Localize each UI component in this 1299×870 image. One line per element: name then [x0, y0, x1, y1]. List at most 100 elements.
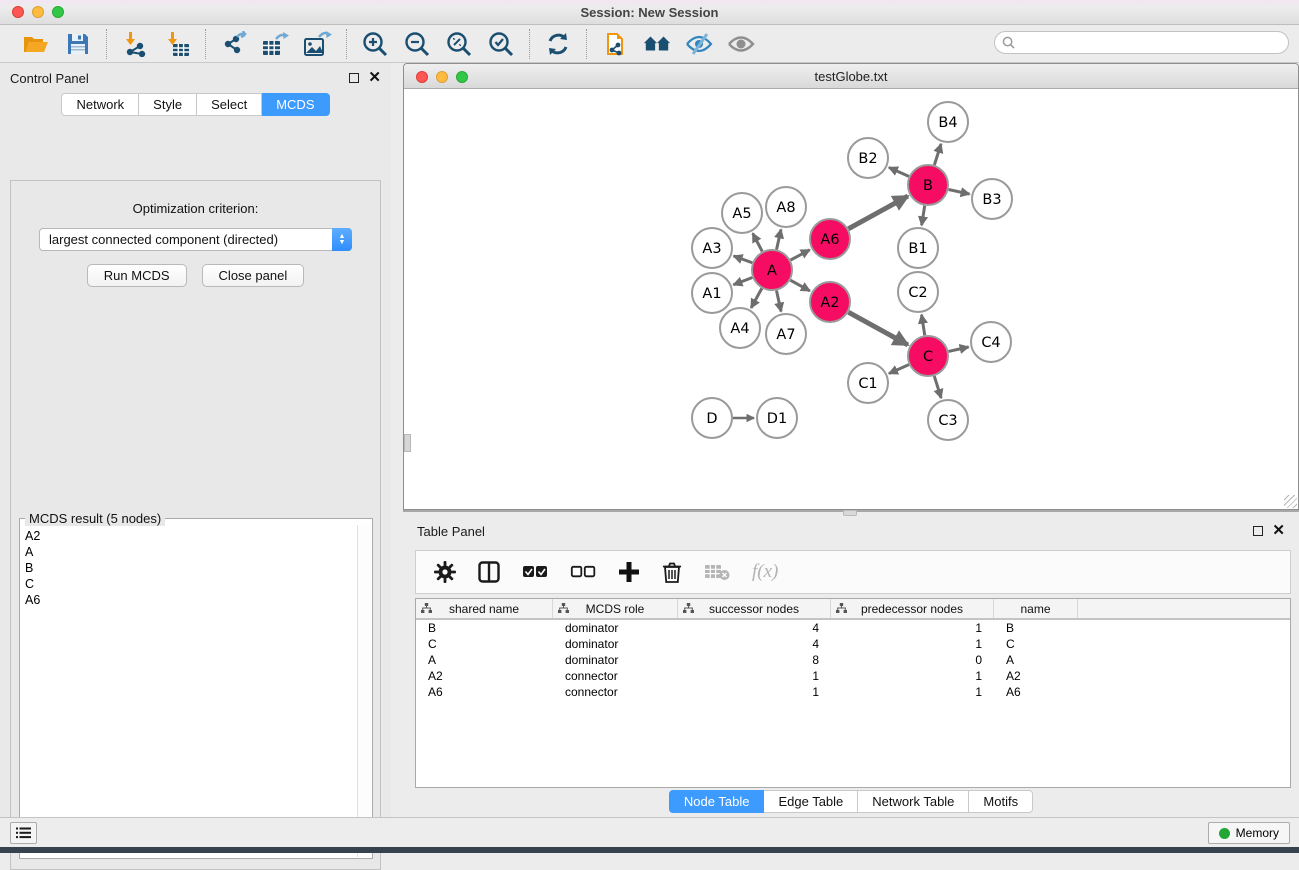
node-B2[interactable]: B2	[848, 138, 888, 178]
table-row[interactable]: Cdominator41C	[416, 636, 1290, 652]
show-eye-icon[interactable]	[727, 30, 755, 58]
node-D1[interactable]: D1	[757, 398, 797, 438]
tab-network[interactable]: Network	[61, 93, 139, 116]
column-header-MCDS-role[interactable]: MCDS role	[553, 599, 678, 618]
edge-A6-B[interactable]	[848, 196, 907, 229]
zoom-out-icon[interactable]	[403, 30, 431, 58]
edge-C-C1[interactable]	[889, 365, 909, 374]
export-table-icon[interactable]	[262, 30, 290, 58]
table-cell[interactable]: A2	[416, 668, 553, 684]
edge-A-A2[interactable]	[790, 280, 809, 291]
network-graph[interactable]: B4B2BB3A8A5A6B1A3AA1C2A2A4A7C4CC1C3DD1	[404, 89, 1298, 509]
edge-C-C4[interactable]	[948, 347, 968, 351]
search-box[interactable]	[994, 31, 1289, 54]
zoom-fit-icon[interactable]	[445, 30, 473, 58]
table-cell[interactable]: 1	[678, 684, 831, 700]
edge-C-C3[interactable]	[934, 376, 941, 398]
deselect-all-icon[interactable]	[570, 565, 596, 579]
table-cell[interactable]: 1	[831, 620, 994, 636]
table-cell[interactable]: 1	[831, 684, 994, 700]
table-cell[interactable]: 4	[678, 620, 831, 636]
table-cell[interactable]: 1	[831, 668, 994, 684]
edge-A-A6[interactable]	[791, 250, 810, 260]
node-B3[interactable]: B3	[972, 179, 1012, 219]
close-panel-button[interactable]: Close panel	[202, 264, 305, 287]
node-B[interactable]: B	[908, 165, 948, 205]
node-A3[interactable]: A3	[692, 228, 732, 268]
minimize-network-window-button[interactable]	[436, 71, 448, 83]
import-network-icon[interactable]	[121, 30, 149, 58]
split-table-icon[interactable]	[478, 561, 500, 583]
edge-C-C2[interactable]	[922, 315, 925, 336]
delete-table-icon[interactable]	[704, 563, 730, 581]
add-column-icon[interactable]	[618, 561, 640, 583]
network-canvas[interactable]: B4B2BB3A8A5A6B1A3AA1C2A2A4A7C4CC1C3DD1	[404, 89, 1298, 509]
export-network-icon[interactable]	[220, 30, 248, 58]
table-cell[interactable]: connector	[553, 668, 678, 684]
network-window-titlebar[interactable]: testGlobe.txt	[404, 64, 1298, 89]
tab-style[interactable]: Style	[139, 93, 197, 116]
table-cell[interactable]: A	[416, 652, 553, 668]
column-header-shared-name[interactable]: shared name	[416, 599, 553, 618]
save-icon[interactable]	[64, 30, 92, 58]
float-panel-icon[interactable]	[349, 73, 359, 83]
node-C4[interactable]: C4	[971, 322, 1011, 362]
table-row[interactable]: A6connector11A6	[416, 684, 1290, 700]
table-cell[interactable]: A2	[994, 668, 1078, 684]
edge-B-B1[interactable]	[922, 206, 925, 226]
edge-A-A1[interactable]	[733, 278, 752, 285]
result-item[interactable]: C	[25, 576, 353, 592]
node-B4[interactable]: B4	[928, 102, 968, 142]
column-header-predecessor-nodes[interactable]: predecessor nodes	[831, 599, 994, 618]
run-mcds-button[interactable]: Run MCDS	[87, 264, 187, 287]
optimization-criterion-dropdown[interactable]: largest connected component (directed) ▲…	[39, 228, 352, 251]
window-resize-grip-icon[interactable]	[1284, 495, 1297, 508]
canvas-grip[interactable]	[404, 434, 411, 452]
zoom-in-icon[interactable]	[361, 30, 389, 58]
table-cell[interactable]: A6	[994, 684, 1078, 700]
export-image-icon[interactable]	[304, 30, 332, 58]
function-icon[interactable]: f(x)	[752, 561, 778, 583]
edge-B-B2[interactable]	[889, 167, 909, 176]
tab-motifs[interactable]: Motifs	[969, 790, 1033, 813]
column-header-successor-nodes[interactable]: successor nodes	[678, 599, 831, 618]
minimize-window-button[interactable]	[32, 6, 44, 18]
float-table-panel-icon[interactable]	[1253, 526, 1263, 536]
table-cell[interactable]: B	[416, 620, 553, 636]
node-A[interactable]: A	[752, 250, 792, 290]
node-A8[interactable]: A8	[766, 187, 806, 227]
mcds-result-list[interactable]: A2ABCA6	[21, 525, 357, 857]
hide-eye-icon[interactable]	[685, 30, 713, 58]
close-table-panel-icon[interactable]: ✕	[1272, 526, 1285, 536]
task-history-button[interactable]	[10, 822, 37, 844]
node-A2[interactable]: A2	[810, 282, 850, 322]
node-A7[interactable]: A7	[766, 314, 806, 354]
refresh-icon[interactable]	[544, 30, 572, 58]
node-A1[interactable]: A1	[692, 273, 732, 313]
tab-mcds[interactable]: MCDS	[262, 93, 329, 116]
table-cell[interactable]: dominator	[553, 652, 678, 668]
new-network-from-selection-icon[interactable]	[601, 30, 629, 58]
close-panel-icon[interactable]: ✕	[368, 73, 381, 83]
select-all-icon[interactable]	[522, 565, 548, 579]
table-cell[interactable]: 1	[831, 636, 994, 652]
node-C1[interactable]: C1	[848, 363, 888, 403]
node-A6[interactable]: A6	[810, 219, 850, 259]
result-item[interactable]: B	[25, 560, 353, 576]
table-cell[interactable]: A	[994, 652, 1078, 668]
node-D[interactable]: D	[692, 398, 732, 438]
edge-A-A8[interactable]	[777, 229, 781, 249]
open-folder-icon[interactable]	[22, 30, 50, 58]
import-table-icon[interactable]	[163, 30, 191, 58]
table-cell[interactable]: B	[994, 620, 1078, 636]
zoom-selected-icon[interactable]	[487, 30, 515, 58]
table-cell[interactable]: A6	[416, 684, 553, 700]
delete-icon[interactable]	[662, 561, 682, 584]
node-C[interactable]: C	[908, 336, 948, 376]
table-cell[interactable]: C	[416, 636, 553, 652]
tab-select[interactable]: Select	[197, 93, 262, 116]
edge-A-A4[interactable]	[751, 288, 762, 307]
table-row[interactable]: Bdominator41B	[416, 620, 1290, 636]
memory-button[interactable]: Memory	[1208, 822, 1290, 844]
table-cell[interactable]: 8	[678, 652, 831, 668]
